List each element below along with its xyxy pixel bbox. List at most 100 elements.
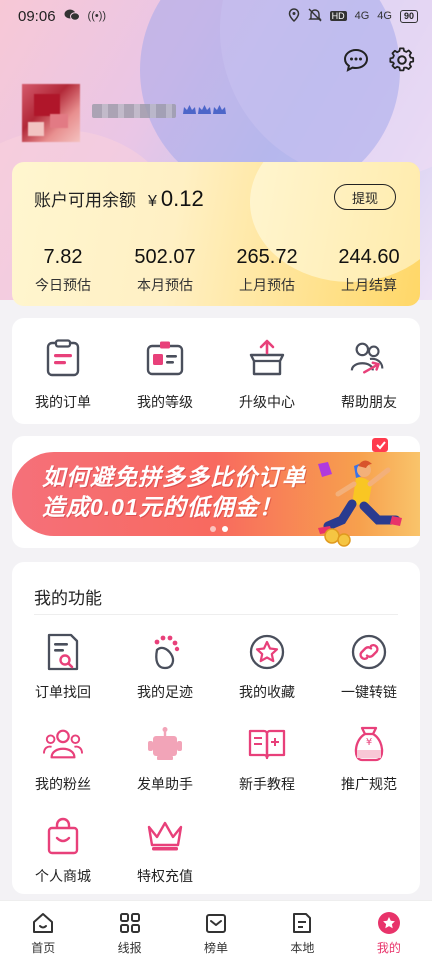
wechat-icon	[64, 9, 80, 24]
carousel-dot[interactable]	[210, 526, 216, 532]
vip-crowns	[182, 104, 228, 116]
status-time: 09:06	[18, 7, 56, 25]
func-one-click-link[interactable]: 一键转链	[318, 632, 420, 702]
tab-rankings[interactable]: 榜单	[173, 901, 259, 960]
home-icon	[31, 911, 55, 935]
profile-star-icon	[377, 911, 401, 935]
quick-label: 帮助朋友	[341, 394, 397, 410]
promo-banner[interactable]: 如何避免拼多多比价订单 造成0.01元的低佣金！	[12, 436, 420, 548]
tab-deals[interactable]: 线报	[86, 901, 172, 960]
clipboard-icon	[43, 338, 83, 378]
money-bag-icon: ¥	[349, 724, 389, 764]
quick-my-level[interactable]: 我的等级	[114, 318, 216, 424]
status-bar: 09:06 ((•)) HD 4G 4G 90	[0, 0, 432, 32]
stat-value: 244.60	[338, 246, 400, 268]
banner-illustration	[304, 436, 414, 548]
signal-icon: 4G	[377, 10, 392, 22]
banner-line-1: 如何避免拼多多比价订单	[42, 464, 306, 490]
banner-line-2: 造成0.01元的低佣金！	[42, 494, 283, 520]
hd-icon: HD	[329, 11, 347, 21]
fans-icon	[43, 724, 83, 764]
func-label: 推广规范	[341, 776, 397, 792]
divider	[34, 614, 398, 615]
stat-value: 502.07	[134, 246, 196, 268]
section-title: 我的功能	[34, 589, 102, 608]
quick-help-friends[interactable]: 帮助朋友	[318, 318, 420, 424]
func-my-favorites[interactable]: 我的收藏	[216, 632, 318, 702]
bottom-tab-bar: 首页 线报 榜单 本地 我的	[0, 900, 432, 960]
username-redacted	[92, 104, 176, 118]
signal-icon: 4G	[354, 10, 370, 22]
chat-bubble-icon[interactable]	[342, 46, 370, 74]
balance-label: 账户可用余额	[34, 191, 136, 210]
stat-label: 本月预估	[137, 277, 193, 293]
carousel-dot-active[interactable]	[222, 526, 228, 532]
func-label: 个人商城	[35, 868, 91, 884]
func-order-recovery[interactable]: 订单找回	[12, 632, 114, 702]
func-personal-mall[interactable]: 个人商城	[12, 816, 114, 886]
quick-my-orders[interactable]: 我的订单	[12, 318, 114, 424]
func-posting-assistant[interactable]: 发单助手	[114, 724, 216, 794]
quick-label: 升级中心	[239, 394, 295, 410]
stat-today-estimate[interactable]: 7.82 今日预估	[12, 246, 114, 295]
quick-actions-card: 我的订单 我的等级 升级中心 帮助朋友	[12, 318, 420, 424]
func-label: 我的足迹	[137, 684, 193, 700]
ranking-icon	[204, 911, 228, 935]
friends-icon	[349, 338, 389, 378]
document-icon	[290, 911, 314, 935]
shopping-bag-icon	[43, 816, 83, 856]
stat-label: 上月预估	[239, 277, 295, 293]
tab-label: 首页	[31, 941, 56, 955]
crown-icon	[145, 816, 185, 856]
stat-last-month-estimate[interactable]: 265.72 上月预估	[216, 246, 318, 295]
banner-text: 如何避免拼多多比价订单 造成0.01元的低佣金！	[42, 462, 306, 522]
tab-label: 线报	[117, 941, 142, 955]
tab-local[interactable]: 本地	[259, 901, 345, 960]
tab-label: 本地	[290, 941, 315, 955]
stat-label: 上月结算	[341, 277, 397, 293]
balance-currency: ¥	[148, 193, 157, 210]
func-my-fans[interactable]: 我的粉丝	[12, 724, 114, 794]
robot-icon	[145, 724, 185, 764]
func-label: 我的收藏	[239, 684, 295, 700]
func-privilege-recharge[interactable]: 特权充值	[114, 816, 216, 886]
svg-text:¥: ¥	[366, 737, 372, 748]
func-label: 订单找回	[35, 684, 91, 700]
hotspot-icon: ((•))	[87, 10, 107, 22]
box-upload-icon	[247, 338, 287, 378]
func-promotion-rules[interactable]: ¥ 推广规范	[318, 724, 420, 794]
func-label: 一键转链	[341, 684, 397, 700]
quick-upgrade-center[interactable]: 升级中心	[216, 318, 318, 424]
tab-home[interactable]: 首页	[0, 901, 86, 960]
id-card-icon	[145, 338, 185, 378]
carousel-dots	[210, 526, 228, 532]
document-search-icon	[43, 632, 83, 672]
tab-label: 我的	[376, 941, 401, 955]
stat-label: 今日预估	[35, 277, 91, 293]
stat-last-month-settled[interactable]: 244.60 上月结算	[318, 246, 420, 295]
tab-label: 榜单	[204, 941, 229, 955]
withdraw-button[interactable]: 提现	[334, 184, 396, 210]
link-circle-icon	[349, 632, 389, 672]
tab-mine[interactable]: 我的	[346, 901, 432, 960]
balance-card: 账户可用余额 ¥ 0.12 提现 7.82 今日预估 502.07 本月预估 2…	[12, 162, 420, 306]
gear-icon[interactable]	[388, 46, 416, 74]
battery-icon: 90	[399, 9, 418, 23]
quick-label: 我的等级	[137, 394, 193, 410]
my-functions-card: 我的功能 订单找回 我的足迹 我的收藏 一键转链 我的粉丝 发单助手 新手教程 …	[12, 562, 420, 894]
stat-value: 7.82	[43, 246, 83, 268]
grid-icon	[118, 911, 142, 935]
mute-icon	[307, 8, 322, 25]
avatar[interactable]	[22, 84, 80, 142]
balance-value: 0.12	[160, 186, 204, 211]
quick-label: 我的订单	[35, 394, 91, 410]
stat-month-estimate[interactable]: 502.07 本月预估	[114, 246, 216, 295]
func-beginner-tutorial[interactable]: 新手教程	[216, 724, 318, 794]
func-my-footprint[interactable]: 我的足迹	[114, 632, 216, 702]
func-label: 发单助手	[137, 776, 193, 792]
location-icon	[288, 7, 300, 25]
func-label: 新手教程	[239, 776, 295, 792]
book-icon	[247, 724, 287, 764]
func-label: 我的粉丝	[35, 776, 91, 792]
stat-value: 265.72	[236, 246, 298, 268]
